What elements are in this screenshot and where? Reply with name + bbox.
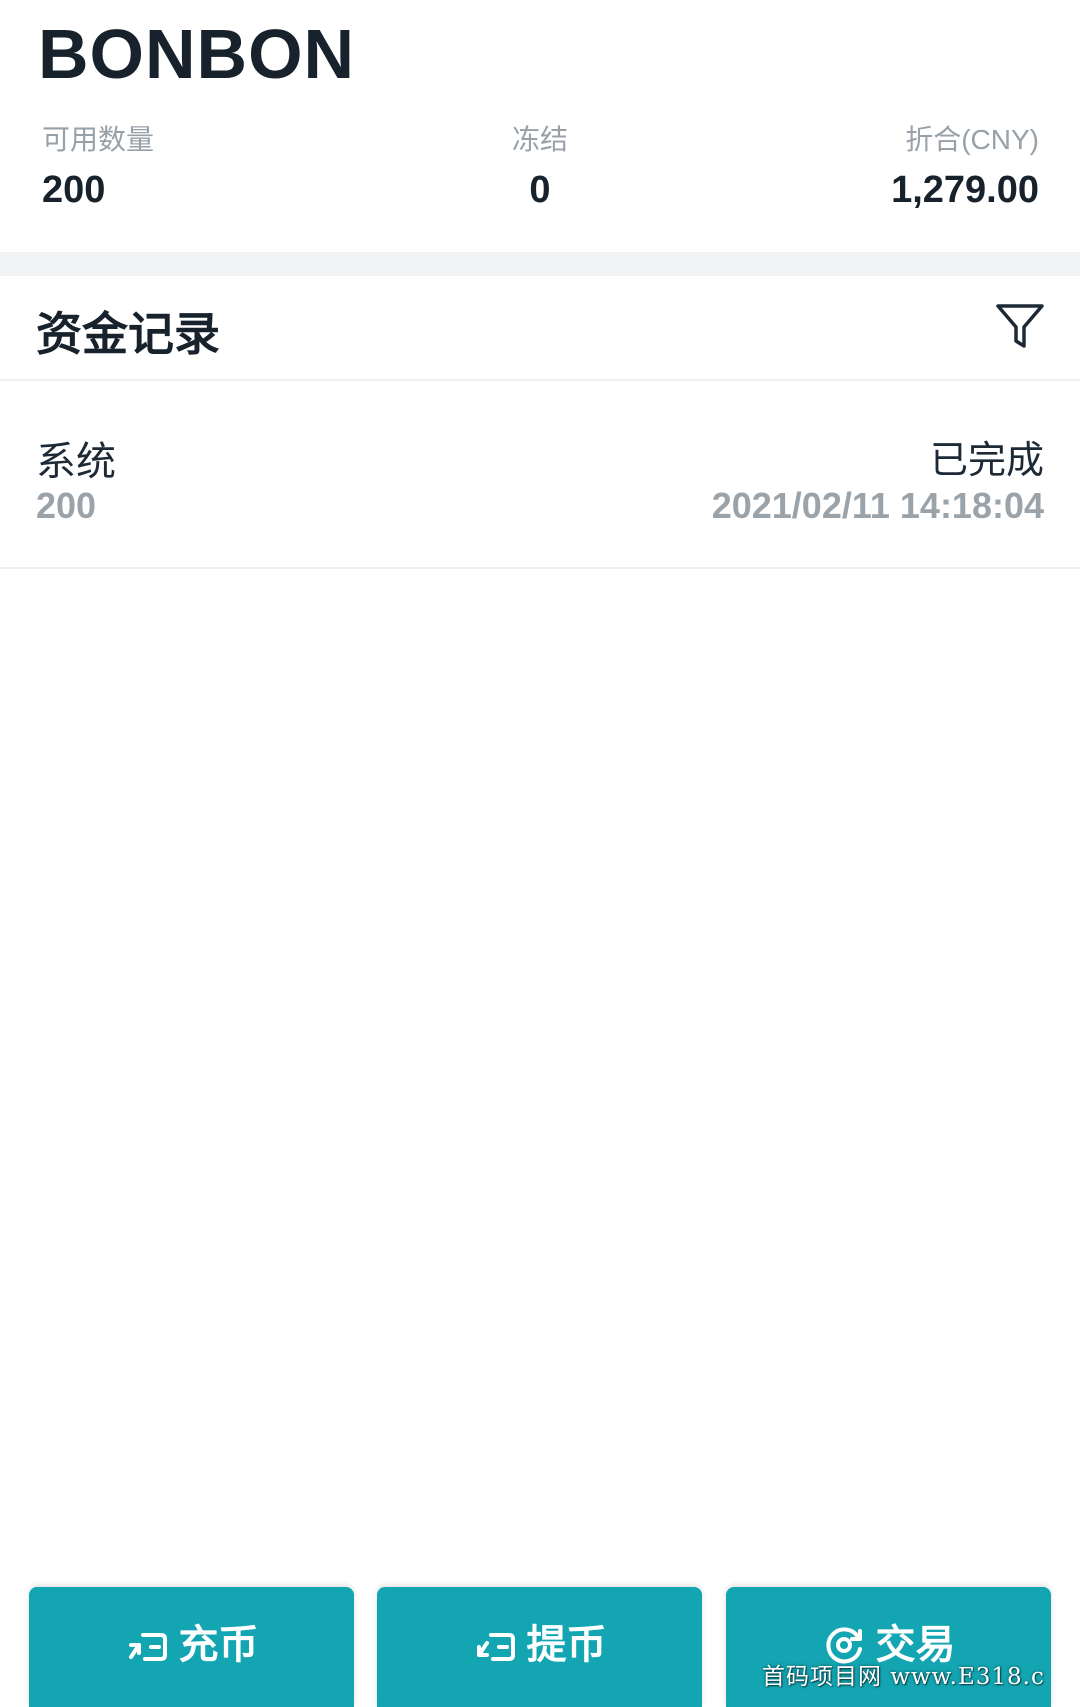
record-row[interactable]: 系统 200 已完成 2021/02/11 14:18:04 xyxy=(0,381,1080,569)
records-title: 资金记录 xyxy=(36,308,220,360)
withdraw-label: 提币 xyxy=(526,1623,607,1667)
available-stat: 可用数量 200 xyxy=(42,120,154,216)
coin-header: BONBON 可用数量 200 冻结 0 折合(CNY) 1,279.00 xyxy=(0,0,1080,252)
equivalent-stat: 折合(CNY) 1,279.00 xyxy=(891,120,1039,216)
equivalent-label: 折合(CNY) xyxy=(905,124,1039,155)
frozen-value: 0 xyxy=(529,169,551,211)
withdraw-button[interactable]: 提币 xyxy=(377,1587,702,1707)
withdraw-icon xyxy=(476,1633,515,1661)
section-divider xyxy=(0,252,1080,276)
deposit-label: 充币 xyxy=(178,1623,259,1667)
coin-name: BONBON xyxy=(38,15,356,93)
equivalent-value: 1,279.00 xyxy=(891,169,1039,211)
record-type: 系统 xyxy=(36,440,116,484)
available-value: 200 xyxy=(42,169,106,211)
frozen-label: 冻结 xyxy=(511,124,568,155)
record-status: 已完成 xyxy=(929,440,1044,482)
frozen-stat: 冻结 0 xyxy=(440,120,640,216)
record-amount: 200 xyxy=(36,485,97,526)
available-label: 可用数量 xyxy=(42,124,155,155)
record-time: 2021/02/11 14:18:04 xyxy=(711,485,1044,526)
deposit-icon xyxy=(128,1633,167,1661)
records-header: 资金记录 xyxy=(0,276,1080,381)
filter-icon[interactable] xyxy=(994,300,1046,352)
deposit-button[interactable]: 充币 xyxy=(29,1587,354,1707)
watermark: 首码项目网 www.E318.c xyxy=(762,1664,1045,1690)
